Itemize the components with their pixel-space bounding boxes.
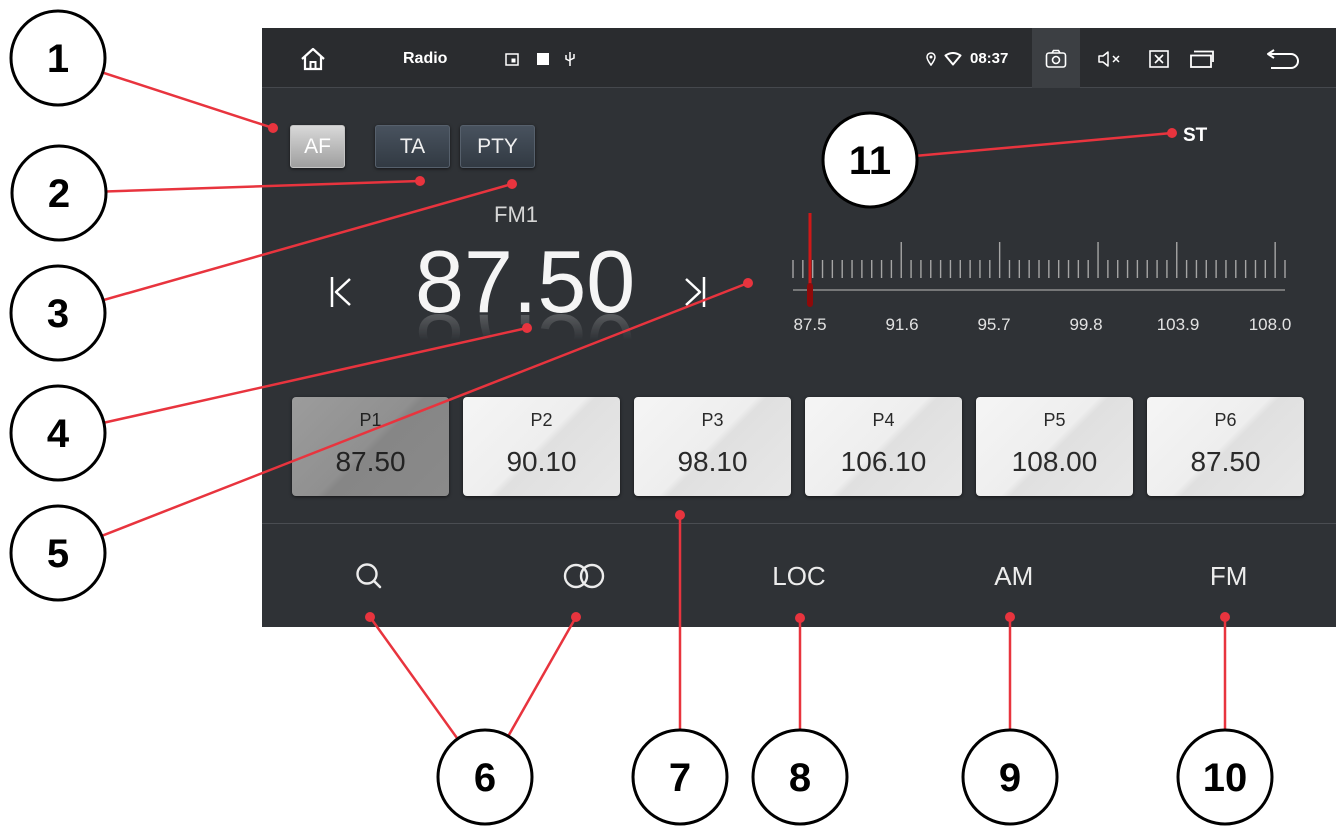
scale-label: 108.0 <box>1248 315 1292 334</box>
callout-number: 3 <box>47 292 69 336</box>
screenshot-icon[interactable] <box>1045 49 1067 69</box>
scale-label: 91.6 <box>885 315 919 334</box>
callout-circle <box>9 264 107 362</box>
preset-frequency: 108.00 <box>1011 446 1098 477</box>
frequency-reflection-text: 87.50 <box>415 314 635 340</box>
preset-button-p2[interactable]: P2 90.10 <box>463 397 620 496</box>
callout-circle <box>961 728 1059 826</box>
back-icon[interactable] <box>1265 49 1300 69</box>
scale-label: 95.7 <box>977 315 1011 334</box>
mute-icon[interactable] <box>1097 50 1125 68</box>
preset-label: P3 <box>701 410 724 430</box>
scale-label: 87.5 <box>793 315 827 334</box>
fm-label: FM <box>1209 560 1248 591</box>
preset-button-p1[interactable]: P1 87.50 <box>292 397 449 496</box>
callout-6: 6 <box>365 612 581 826</box>
callout-number: 10 <box>1203 756 1248 800</box>
fm-button[interactable]: FM <box>1121 524 1336 627</box>
preset-list: P1 87.50 P2 90.10 P3 98.10 P4 106.10 P5 … <box>292 397 1304 496</box>
square-icon <box>537 53 549 65</box>
usb-icon <box>565 52 575 66</box>
radio-screen: Radio 08:37 AF TA PTY FM1 87.50 ST 87.5 … <box>262 28 1336 627</box>
preset-label: P1 <box>359 410 382 430</box>
callout-8: 8 <box>751 613 849 826</box>
callout-circle <box>1176 728 1274 826</box>
preset-frequency: 87.50 <box>1190 446 1261 477</box>
callout-circle <box>9 384 107 482</box>
stereo-button[interactable] <box>477 524 692 627</box>
status-bar: Radio 08:37 <box>262 28 1336 88</box>
preset-frequency: 106.10 <box>840 446 927 477</box>
preset-button-p4[interactable]: P4 106.10 <box>805 397 962 496</box>
search-button[interactable] <box>262 524 477 627</box>
callout-number: 9 <box>999 756 1021 800</box>
callout-number: 7 <box>669 756 691 800</box>
stereo-icon <box>563 563 605 588</box>
seek-previous-icon[interactable] <box>330 275 352 309</box>
tuner-scale-labels: 87.5 91.6 95.7 99.8 103.9 108.0 <box>785 314 1295 336</box>
stereo-indicator: ST <box>1183 125 1208 146</box>
tuner-scale[interactable] <box>785 205 1295 315</box>
preset-button-p3[interactable]: P3 98.10 <box>634 397 791 496</box>
preset-label: P6 <box>1214 410 1237 430</box>
preset-label: P2 <box>530 410 553 430</box>
band-label: FM1 <box>494 202 538 227</box>
callout-1: 1 <box>9 9 278 133</box>
callout-number: 8 <box>789 756 811 800</box>
bottom-bar: LOC AM FM <box>262 524 1336 627</box>
callout-circle <box>9 504 107 602</box>
pty-button[interactable]: PTY <box>460 125 535 168</box>
callout-circle <box>436 728 534 826</box>
preset-label: P4 <box>872 410 895 430</box>
preset-button-p6[interactable]: P6 87.50 <box>1147 397 1304 496</box>
callout-leader-line <box>57 56 274 130</box>
callout-number: 6 <box>474 756 496 800</box>
location-icon <box>926 52 936 66</box>
callout-circle <box>10 144 108 242</box>
callout-circle <box>751 728 849 826</box>
preset-frequency: 87.50 <box>335 446 406 477</box>
callout-leader-line <box>483 616 578 778</box>
app-title: Radio <box>403 50 448 67</box>
callout-leader-line <box>368 616 487 778</box>
callout-number: 4 <box>47 412 70 456</box>
af-button[interactable]: AF <box>290 125 345 168</box>
search-icon <box>356 562 382 588</box>
callout-number: 2 <box>48 172 70 216</box>
scale-label: 99.8 <box>1069 315 1103 334</box>
callout-circle <box>9 9 107 107</box>
am-button[interactable]: AM <box>906 524 1121 627</box>
recent-apps-icon[interactable] <box>1190 50 1214 68</box>
loc-button[interactable]: LOC <box>692 524 907 627</box>
scale-label: 103.9 <box>1156 315 1200 334</box>
callout-number: 1 <box>47 37 69 81</box>
callout-10: 10 <box>1176 612 1274 826</box>
seek-next-icon[interactable] <box>684 275 706 309</box>
tuning-needle-knob[interactable] <box>807 283 813 307</box>
callout-9: 9 <box>961 612 1059 826</box>
am-label: AM <box>994 560 1034 591</box>
loc-label: LOC <box>772 560 826 591</box>
wifi-icon <box>944 52 962 66</box>
preset-frequency: 98.10 <box>677 446 748 477</box>
frequency-reflection: 87.50 <box>415 314 655 340</box>
clock: 08:37 <box>970 50 1009 67</box>
callout-number: 5 <box>47 532 69 576</box>
frequency-display: 87.50 <box>415 232 636 331</box>
close-app-icon[interactable] <box>1149 50 1169 68</box>
window-icon <box>505 53 519 66</box>
preset-frequency: 90.10 <box>506 446 577 477</box>
callout-circle <box>631 728 729 826</box>
home-icon[interactable] <box>300 47 326 71</box>
ta-button[interactable]: TA <box>375 125 450 168</box>
preset-label: P5 <box>1043 410 1066 430</box>
preset-button-p5[interactable]: P5 108.00 <box>976 397 1133 496</box>
